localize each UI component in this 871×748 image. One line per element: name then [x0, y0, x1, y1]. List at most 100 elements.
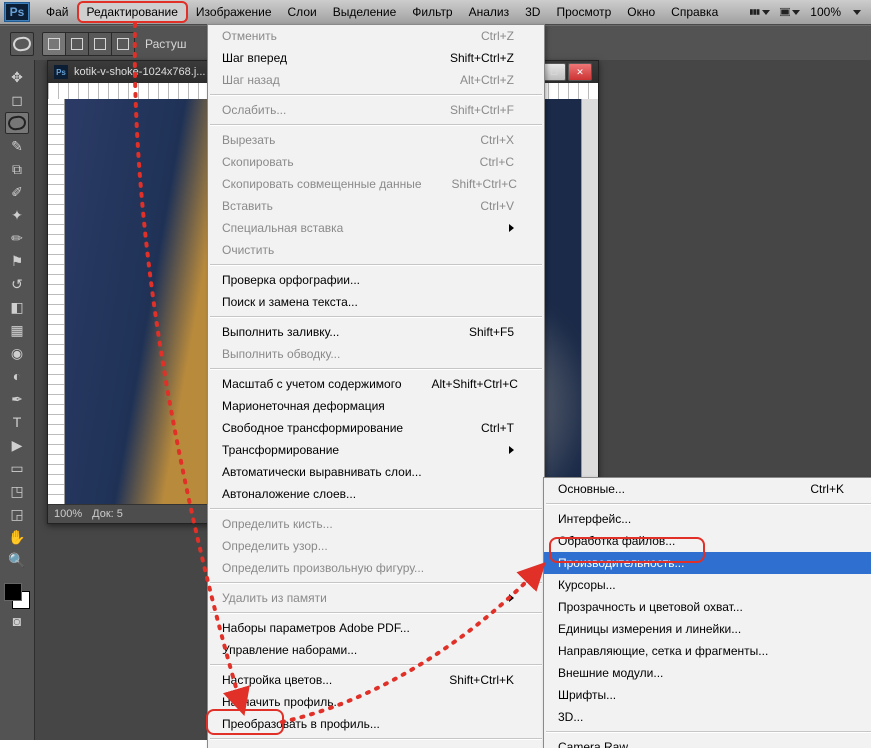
status-zoom: 100%: [54, 508, 82, 520]
preferences-submenu: Основные...Ctrl+K Интерфейс... Обработка…: [543, 477, 871, 748]
tool-palette: ✥ ◻ ✎ ⧉ ✐ ✦ ✏ ⚑ ↺ ◧ ▦ ◉ ◐ ✒ T ▶ ▭ ◳ ◲ ✋ …: [0, 60, 35, 740]
menu-file[interactable]: Фай: [38, 2, 77, 22]
menu-spelling[interactable]: Проверка орфографии...: [208, 269, 544, 291]
menu-purge[interactable]: Удалить из памяти: [208, 587, 544, 609]
window-close[interactable]: ✕: [568, 63, 592, 81]
shape-tool[interactable]: ▭: [5, 457, 29, 479]
menu-shortcuts[interactable]: Клавиатурные сокращения...Alt+Shift+Ctrl…: [208, 743, 544, 748]
gradient-tool[interactable]: ▦: [5, 319, 29, 341]
quick-select-tool[interactable]: ✎: [5, 135, 29, 157]
menu-step-backward[interactable]: Шаг назадAlt+Ctrl+Z: [208, 69, 544, 91]
prefs-camera-raw[interactable]: Camera Raw...: [544, 736, 871, 748]
menu-help[interactable]: Справка: [663, 2, 726, 22]
blur-tool[interactable]: ◉: [5, 342, 29, 364]
ruler-vertical[interactable]: [48, 99, 65, 505]
eraser-tool[interactable]: ◧: [5, 296, 29, 318]
document-title: kotik-v-shoke-1024x768.j...: [74, 66, 205, 78]
menu-paste[interactable]: ВставитьCtrl+V: [208, 195, 544, 217]
prefs-transparency[interactable]: Прозрачность и цветовой охват...: [544, 596, 871, 618]
selection-new[interactable]: [43, 33, 66, 55]
zoom-level[interactable]: 100%: [810, 5, 841, 19]
menu-3d[interactable]: 3D: [517, 2, 548, 22]
menu-paste-special[interactable]: Специальная вставка: [208, 217, 544, 239]
menu-auto-align[interactable]: Автоматически выравнивать слои...: [208, 461, 544, 483]
eyedropper-tool[interactable]: ✐: [5, 181, 29, 203]
menu-fill[interactable]: Выполнить заливку...Shift+F5: [208, 321, 544, 343]
crop-tool[interactable]: ⧉: [5, 158, 29, 180]
active-tool-icon[interactable]: [10, 32, 34, 56]
prefs-file-handling[interactable]: Обработка файлов...: [544, 530, 871, 552]
menu-image[interactable]: Изображение: [188, 2, 280, 22]
menu-select[interactable]: Выделение: [325, 2, 405, 22]
3d-camera-tool[interactable]: ◲: [5, 503, 29, 525]
menu-puppet-warp[interactable]: Марионеточная деформация: [208, 395, 544, 417]
menu-copy-merged[interactable]: Скопировать совмещенные данныеShift+Ctrl…: [208, 173, 544, 195]
selection-add[interactable]: [66, 33, 89, 55]
menu-edit[interactable]: Редактирование: [77, 1, 188, 23]
quickmask-toggle[interactable]: ◙: [5, 610, 29, 632]
prefs-general[interactable]: Основные...Ctrl+K: [544, 478, 871, 500]
screenmode-icon[interactable]: [780, 4, 800, 20]
menu-layers[interactable]: Слои: [280, 2, 325, 22]
menu-color-settings[interactable]: Настройка цветов...Shift+Ctrl+K: [208, 669, 544, 691]
lasso-tool[interactable]: [5, 112, 29, 134]
menubar: Ps Фай Редактирование Изображение Слои В…: [0, 0, 871, 25]
menu-stroke[interactable]: Выполнить обводку...: [208, 343, 544, 365]
edit-dropdown: ОтменитьCtrl+Z Шаг впередShift+Ctrl+Z Ша…: [207, 24, 545, 748]
prefs-type[interactable]: Шрифты...: [544, 684, 871, 706]
menu-clear[interactable]: Очистить: [208, 239, 544, 261]
menu-transform[interactable]: Трансформирование: [208, 439, 544, 461]
menu-undo[interactable]: ОтменитьCtrl+Z: [208, 25, 544, 47]
move-tool[interactable]: ✥: [5, 66, 29, 88]
prefs-units[interactable]: Единицы измерения и линейки...: [544, 618, 871, 640]
menu-step-forward[interactable]: Шаг впередShift+Ctrl+Z: [208, 47, 544, 69]
history-brush-tool[interactable]: ↺: [5, 273, 29, 295]
window-maximize[interactable]: ☐: [542, 63, 566, 81]
menu-fade[interactable]: Ослабить...Shift+Ctrl+F: [208, 99, 544, 121]
menu-auto-blend[interactable]: Автоналожение слоев...: [208, 483, 544, 505]
pen-tool[interactable]: ✒: [5, 388, 29, 410]
scrollbar-vertical[interactable]: [581, 99, 598, 505]
prefs-guides[interactable]: Направляющие, сетка и фрагменты...: [544, 640, 871, 662]
stamp-tool[interactable]: ⚑: [5, 250, 29, 272]
selection-subtract[interactable]: [89, 33, 112, 55]
switcher-icon[interactable]: [750, 4, 770, 20]
ps-file-icon: Ps: [54, 65, 68, 79]
color-swatches[interactable]: [4, 583, 30, 609]
prefs-3d[interactable]: 3D...: [544, 706, 871, 728]
dodge-tool[interactable]: ◐: [5, 365, 29, 387]
menu-find-replace[interactable]: Поиск и замена текста...: [208, 291, 544, 313]
menu-define-shape[interactable]: Определить произвольную фигуру...: [208, 557, 544, 579]
app-logo: Ps: [4, 2, 30, 22]
menu-presets[interactable]: Управление наборами...: [208, 639, 544, 661]
selection-mode-group: [42, 32, 135, 56]
menu-filter[interactable]: Фильтр: [404, 2, 460, 22]
menu-define-brush[interactable]: Определить кисть...: [208, 513, 544, 535]
menu-cut[interactable]: ВырезатьCtrl+X: [208, 129, 544, 151]
menu-view[interactable]: Просмотр: [548, 2, 619, 22]
brush-tool[interactable]: ✏: [5, 227, 29, 249]
menu-assign-profile[interactable]: Назначить профиль...: [208, 691, 544, 713]
foreground-swatch[interactable]: [4, 583, 22, 601]
menu-copy[interactable]: СкопироватьCtrl+C: [208, 151, 544, 173]
zoom-tool[interactable]: 🔍: [5, 549, 29, 571]
hand-tool[interactable]: ✋: [5, 526, 29, 548]
marquee-tool[interactable]: ◻: [5, 89, 29, 111]
type-tool[interactable]: T: [5, 411, 29, 433]
feather-label: Растуш: [145, 37, 187, 51]
prefs-performance[interactable]: Производительность...: [544, 552, 871, 574]
menu-window[interactable]: Окно: [619, 2, 663, 22]
menu-define-pattern[interactable]: Определить узор...: [208, 535, 544, 557]
prefs-cursors[interactable]: Курсоры...: [544, 574, 871, 596]
menu-free-transform[interactable]: Свободное трансформированиеCtrl+T: [208, 417, 544, 439]
menu-convert-profile[interactable]: Преобразовать в профиль...: [208, 713, 544, 735]
prefs-interface[interactable]: Интерфейс...: [544, 508, 871, 530]
3d-tool[interactable]: ◳: [5, 480, 29, 502]
prefs-plugins[interactable]: Внешние модули...: [544, 662, 871, 684]
menu-pdf-presets[interactable]: Наборы параметров Adobe PDF...: [208, 617, 544, 639]
menu-content-aware-scale[interactable]: Масштаб с учетом содержимогоAlt+Shift+Ct…: [208, 373, 544, 395]
menu-analysis[interactable]: Анализ: [461, 2, 518, 22]
heal-tool[interactable]: ✦: [5, 204, 29, 226]
path-select-tool[interactable]: ▶: [5, 434, 29, 456]
selection-intersect[interactable]: [112, 33, 134, 55]
